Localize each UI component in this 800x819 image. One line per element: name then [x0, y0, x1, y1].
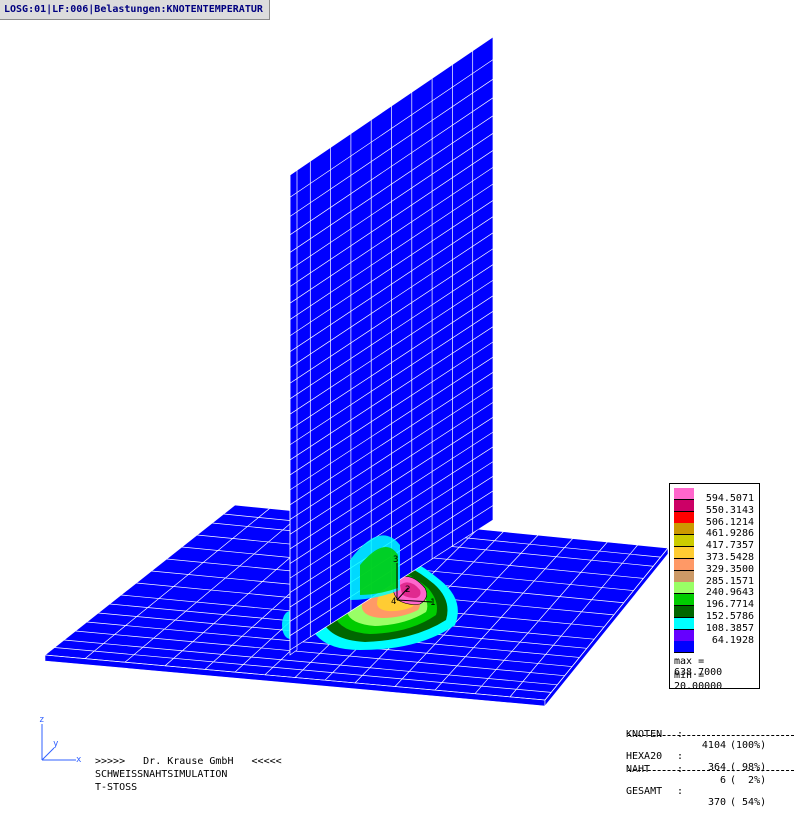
- axis-x-label: x: [76, 755, 82, 764]
- stat-gesamt: GESAMT: 370( 54%): [626, 786, 767, 808]
- temperature-legend: 594.5071 550.3143 506.1214 461.9286 417.7357…: [669, 483, 760, 692]
- stat-naht: NAHT: 6( 2%): [626, 764, 767, 786]
- footer-line-2: T-STOSS: [95, 782, 138, 793]
- axis-triad: z y x: [39, 715, 82, 764]
- stat-separator: [626, 766, 796, 775]
- status-title-bar: LOSG:01|LF:006|Belastungen:KNOTENTEMPERA…: [0, 0, 270, 20]
- node-label-2: 2: [405, 585, 410, 595]
- node-label-4: 4: [391, 597, 396, 607]
- legend-min: min = 20.00000: [674, 670, 723, 692]
- model-statistics: KNOTEN: 4104 (100%) HEXA20: 364( 98%) NAH…: [626, 718, 796, 808]
- stat-hexa20: HEXA20: 364( 98%): [626, 751, 767, 773]
- stat-knoten: KNOTEN: 4104 (100%): [626, 729, 767, 751]
- stat-separator: [626, 731, 796, 740]
- footer-line-1: SCHWEISSNAHTSIMULATION: [95, 769, 228, 780]
- legend-row: [670, 640, 759, 655]
- company-line: >>>>> Dr. Krause GmbH <<<<<: [95, 756, 282, 767]
- node-label-3: 3: [393, 555, 398, 565]
- axis-z-label: z: [39, 715, 44, 725]
- node-label-1: 1: [430, 598, 435, 608]
- axis-y-label: y: [53, 739, 59, 749]
- footer-info: >>>>> Dr. Krause GmbH <<<<< SCHWEISSNAHT…: [95, 755, 282, 794]
- legend-swatch: [674, 641, 694, 654]
